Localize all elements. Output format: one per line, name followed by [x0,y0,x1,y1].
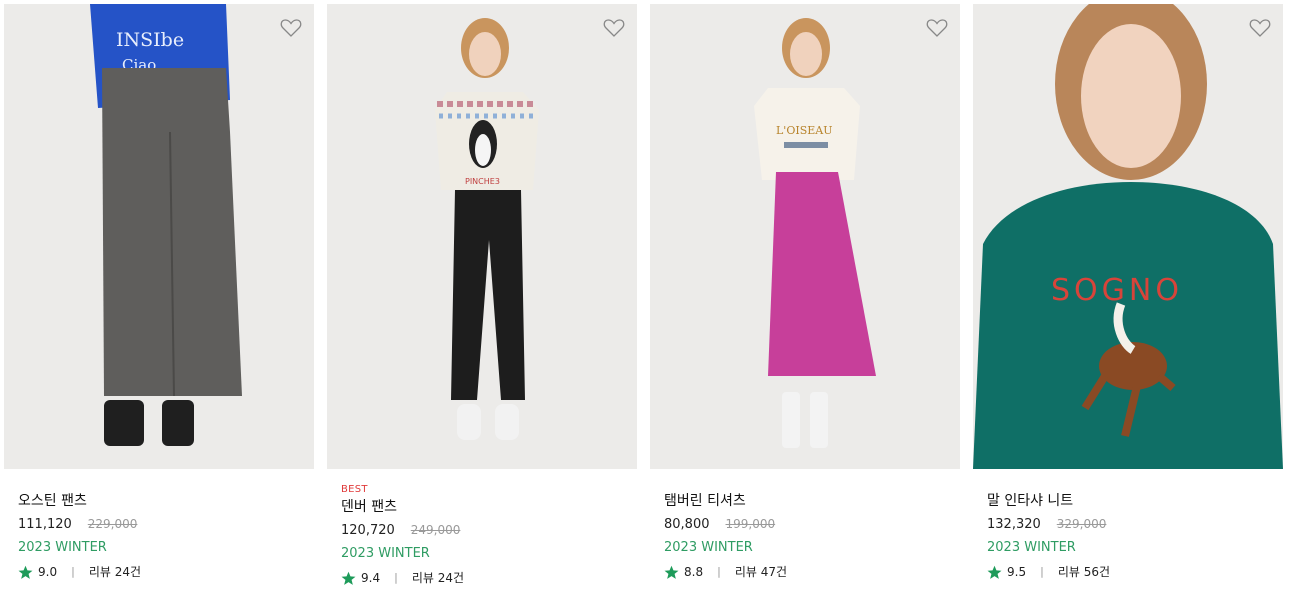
review-count[interactable]: 리뷰 24건 [89,563,141,581]
wishlist-heart-icon[interactable] [603,18,625,38]
product-image[interactable]: PINCHE3 [327,4,637,469]
product-image[interactable]: INSIbe Ciao [4,4,314,469]
wishlist-heart-icon[interactable] [926,18,948,38]
season-label: 2023 WINTER [987,540,1076,555]
season-label: 2023 WINTER [664,540,753,555]
star-icon [18,565,33,579]
product-image[interactable]: SOGNO [973,4,1283,469]
sale-price: 111,120 [18,517,72,532]
divider: | [394,571,398,584]
svg-text:L'OISEAU: L'OISEAU [776,124,832,137]
original-price: 249,000 [410,523,461,537]
review-count[interactable]: 리뷰 47건 [735,563,787,581]
sale-price: 80,800 [664,517,710,532]
product-name[interactable]: 탬버린 티셔츠 [664,492,960,510]
star-icon [987,565,1002,579]
product-card[interactable]: L'OISEAU 탬버린 티셔츠 80,800 199,000 2023 WINT… [650,4,960,581]
sale-price: 132,320 [987,517,1041,532]
product-name[interactable]: 덴버 팬츠 [341,498,637,516]
original-price: 329,000 [1056,517,1107,531]
review-count[interactable]: 리뷰 56건 [1058,563,1110,581]
product-card[interactable]: INSIbe Ciao 오스틴 팬츠 111,120 229,000 2023 W… [4,4,314,581]
svg-text:PINCHE3: PINCHE3 [465,177,500,186]
original-price: 199,000 [725,517,776,531]
review-count[interactable]: 리뷰 24건 [412,569,464,587]
svg-text:INSIbe: INSIbe [116,29,184,51]
best-badge: BEST [341,484,368,495]
divider: | [717,565,721,578]
rating-value: 9.4 [361,571,381,585]
season-label: 2023 WINTER [341,546,430,561]
divider: | [71,565,75,578]
sale-price: 120,720 [341,523,395,538]
star-icon [664,565,679,579]
season-label: 2023 WINTER [18,540,107,555]
rating-value: 9.0 [38,565,58,579]
original-price: 229,000 [87,517,138,531]
divider: | [1040,565,1044,578]
rating-value: 9.5 [1007,565,1027,579]
product-image[interactable]: L'OISEAU [650,4,960,469]
star-icon [341,571,356,585]
product-card[interactable]: PINCHE3 BEST 덴버 팬츠 120,720 249,000 2023 W… [327,4,637,587]
product-card[interactable]: SOGNO 말 인타샤 니트 132,320 329,000 2023 WINTE… [973,4,1283,581]
product-name[interactable]: 말 인타샤 니트 [987,492,1283,510]
wishlist-heart-icon[interactable] [1249,18,1271,38]
rating-value: 8.8 [684,565,704,579]
product-name[interactable]: 오스틴 팬츠 [18,492,314,510]
wishlist-heart-icon[interactable] [280,18,302,38]
